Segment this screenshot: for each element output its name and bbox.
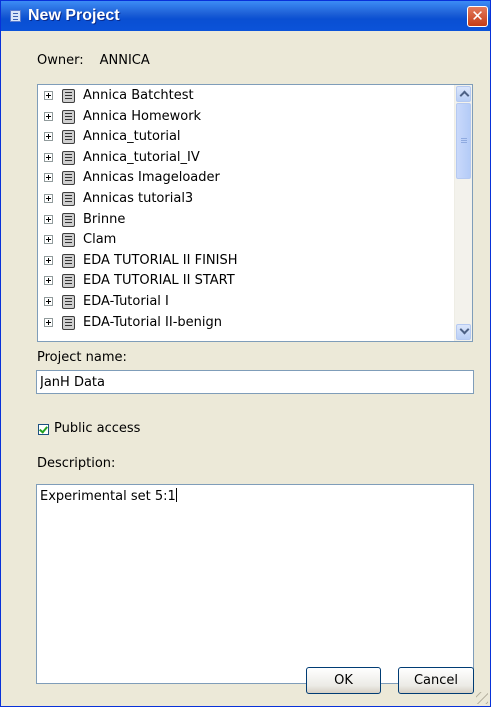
project-item-label: Brinne bbox=[83, 211, 126, 227]
project-item-label: Annica_tutorial_IV bbox=[83, 149, 200, 165]
project-tree-item[interactable]: Annica_tutorial bbox=[38, 128, 438, 148]
project-tree-item[interactable]: Annicas Imageloader bbox=[38, 169, 438, 189]
project-name-input[interactable] bbox=[36, 370, 474, 394]
project-item-label: Annicas Imageloader bbox=[83, 170, 220, 186]
plus-expander-icon[interactable] bbox=[44, 194, 53, 203]
plus-expander-icon[interactable] bbox=[44, 276, 53, 286]
close-button[interactable]: ✕ bbox=[467, 6, 488, 27]
project-item-label: EDA-Tutorial II-benign bbox=[83, 314, 222, 330]
database-icon bbox=[62, 109, 75, 124]
owner-label: Owner: bbox=[37, 53, 84, 68]
plus-expander-icon[interactable] bbox=[44, 111, 53, 121]
database-icon bbox=[62, 233, 75, 248]
plus-expander-icon[interactable] bbox=[44, 152, 53, 162]
database-icon bbox=[62, 171, 75, 186]
project-tree-item[interactable]: EDA-Tutorial I bbox=[38, 293, 438, 313]
database-window-icon bbox=[10, 10, 21, 22]
ok-button[interactable]: OK bbox=[306, 667, 381, 694]
project-item-label: Annica Homework bbox=[83, 108, 202, 124]
scroll-thumb[interactable] bbox=[456, 103, 471, 179]
database-icon bbox=[62, 89, 75, 103]
text-caret bbox=[175, 488, 177, 502]
project-tree-item[interactable]: Annica Batchtest bbox=[38, 87, 438, 107]
plus-expander-icon[interactable] bbox=[44, 132, 53, 142]
database-icon bbox=[62, 295, 75, 309]
owner-row: Owner: ANNICA bbox=[37, 53, 150, 68]
plus-expander-icon[interactable] bbox=[44, 297, 53, 306]
database-icon bbox=[62, 274, 75, 289]
project-tree-item[interactable]: Brinne bbox=[38, 211, 438, 231]
new-project-dialog: New Project ✕ Owner: ANNICA Annica Batcht… bbox=[0, 0, 491, 707]
project-item-label: Annica_tutorial bbox=[83, 129, 181, 145]
description-text: Experimental set 5:1 bbox=[40, 489, 176, 504]
description-label: Description: bbox=[37, 456, 116, 471]
project-item-label: EDA TUTORIAL II FINISH bbox=[83, 252, 238, 268]
cancel-button[interactable]: Cancel bbox=[398, 667, 474, 694]
public-access-checkbox[interactable] bbox=[38, 424, 49, 435]
project-tree-item[interactable]: Annicas tutorial3 bbox=[38, 190, 438, 210]
project-item-label: EDA-Tutorial I bbox=[83, 294, 169, 309]
project-item-label: EDA TUTORIAL II START bbox=[83, 273, 235, 289]
project-tree-item[interactable]: EDA TUTORIAL II FINISH bbox=[38, 252, 438, 272]
resize-grip[interactable] bbox=[476, 692, 488, 704]
project-tree-item[interactable]: Clam bbox=[38, 231, 438, 251]
database-icon bbox=[62, 253, 75, 268]
tree-scrollbar[interactable] bbox=[454, 85, 472, 341]
project-tree-item[interactable]: Annica Homework bbox=[38, 108, 438, 128]
dialog-title: New Project bbox=[28, 7, 120, 24]
database-icon bbox=[62, 212, 75, 227]
plus-expander-icon[interactable] bbox=[44, 173, 53, 183]
database-icon bbox=[62, 150, 75, 165]
plus-expander-icon[interactable] bbox=[44, 91, 53, 100]
plus-expander-icon[interactable] bbox=[44, 255, 53, 265]
scroll-up-button[interactable] bbox=[456, 86, 471, 102]
project-item-label: Annica Batchtest bbox=[83, 88, 194, 103]
database-icon bbox=[62, 130, 75, 145]
project-tree[interactable]: Annica Batchtest Annica Homework Annica_tu… bbox=[37, 84, 473, 342]
description-textarea[interactable]: Experimental set 5:1 bbox=[36, 484, 474, 684]
project-item-label: Annicas tutorial3 bbox=[83, 191, 194, 206]
plus-expander-icon[interactable] bbox=[44, 235, 53, 245]
project-tree-item[interactable]: EDA-Tutorial II-benign bbox=[38, 314, 438, 334]
project-item-label: Clam bbox=[83, 232, 117, 248]
public-access-label[interactable]: Public access bbox=[54, 421, 140, 436]
owner-value: ANNICA bbox=[99, 53, 150, 68]
project-tree-item[interactable]: EDA TUTORIAL II START bbox=[38, 272, 438, 292]
title-bar[interactable]: New Project ✕ bbox=[1, 1, 490, 31]
plus-expander-icon[interactable] bbox=[44, 214, 53, 224]
project-tree-item[interactable]: Annica_tutorial_IV bbox=[38, 149, 438, 169]
plus-expander-icon[interactable] bbox=[44, 317, 53, 327]
scroll-down-button[interactable] bbox=[456, 324, 471, 340]
project-name-label: Project name: bbox=[37, 350, 127, 365]
database-icon bbox=[62, 315, 75, 330]
database-icon bbox=[62, 192, 75, 206]
